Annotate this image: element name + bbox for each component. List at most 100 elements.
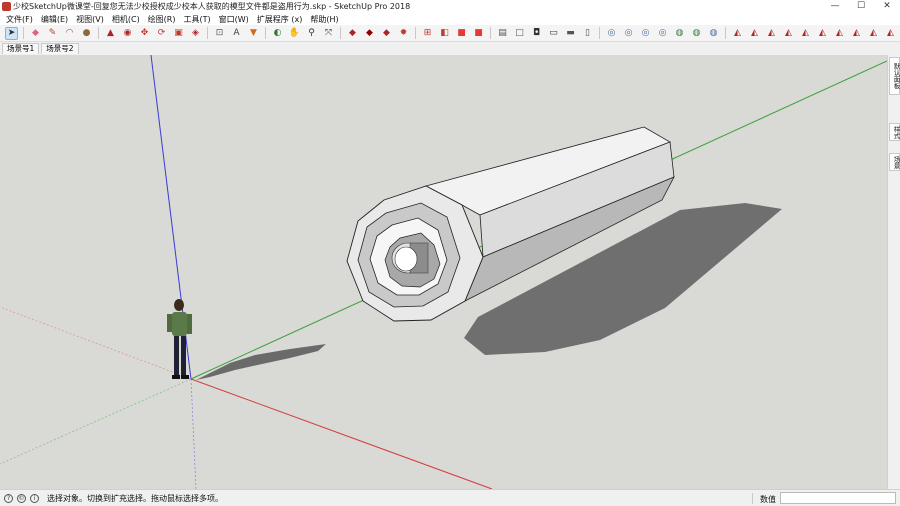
menu-tools[interactable]: 工具(T) xyxy=(180,14,215,25)
scale-button[interactable]: ▣ xyxy=(172,27,185,40)
wireframe-button[interactable]: ◎ xyxy=(639,27,652,40)
green-axis-negative xyxy=(0,378,192,465)
section-plane-icon: ◭ xyxy=(734,27,741,38)
blue-axis-negative xyxy=(190,378,197,489)
sketchup-window: 少校SketchUp微课堂-回复您无法少校授权成少校本人获取的模型文件都是盗用行… xyxy=(0,0,900,506)
tray-tab-styles[interactable]: 样式 xyxy=(889,123,900,141)
back-edges-button[interactable]: ◎ xyxy=(622,27,635,40)
move-button[interactable]: ✥ xyxy=(138,27,151,40)
top-view-button[interactable]: □ xyxy=(513,27,526,40)
push-pull-button[interactable]: ▲ xyxy=(104,27,117,40)
menu-file[interactable]: 文件(F) xyxy=(2,14,37,25)
right-view-icon: ▭ xyxy=(549,27,558,38)
right-tray: 默认面板 样式 场景 xyxy=(887,55,900,489)
menu-window[interactable]: 窗口(W) xyxy=(215,14,253,25)
sandbox-stamp-button[interactable]: ◭ xyxy=(850,27,863,40)
section-fill-button[interactable]: ◭ xyxy=(782,27,795,40)
layout-icon: ■ xyxy=(457,27,466,38)
menu-draw[interactable]: 绘图(R) xyxy=(144,14,180,25)
red-axis-negative xyxy=(0,306,192,380)
menu-camera[interactable]: 相机(C) xyxy=(108,14,144,25)
drawing-viewport[interactable] xyxy=(0,55,887,489)
eraser-button[interactable]: ◆ xyxy=(29,27,42,40)
scale-figure[interactable] xyxy=(167,299,192,379)
orbit-button[interactable]: ◐ xyxy=(271,27,284,40)
sandbox-smoove-icon: ◭ xyxy=(836,27,843,38)
help-icon[interactable]: ? xyxy=(4,493,13,503)
menu-help[interactable]: 帮助(H) xyxy=(306,14,342,25)
back-view-button[interactable]: ▬ xyxy=(564,27,577,40)
left-view-button[interactable]: ▯ xyxy=(581,27,594,40)
arc-icon: ◠ xyxy=(65,27,74,38)
right-view-button[interactable]: ▭ xyxy=(547,27,560,40)
shape-button[interactable]: ● xyxy=(80,27,93,40)
hidden-line-button[interactable]: ◎ xyxy=(656,27,669,40)
instructor-info-icon[interactable]: i xyxy=(30,493,39,503)
sandbox-detail-button[interactable]: ◭ xyxy=(884,27,897,40)
top-view-icon: □ xyxy=(515,27,524,38)
offset-button[interactable]: ◈ xyxy=(189,27,202,40)
iso-view-button[interactable]: ▤ xyxy=(496,27,509,40)
zoom-button[interactable]: ⚲ xyxy=(305,27,318,40)
ruby-button[interactable]: ◆ xyxy=(380,27,393,40)
scene-tab-2[interactable]: 场景号2 xyxy=(41,43,79,54)
monochrome-button[interactable]: ◍ xyxy=(707,27,720,40)
scene-tab-1[interactable]: 场景号1 xyxy=(2,43,40,54)
text-button[interactable]: A xyxy=(230,27,243,40)
maximize-button[interactable]: ☐ xyxy=(848,0,874,13)
window-controls: — ☐ ✕ xyxy=(822,0,900,13)
geolocation-icon[interactable]: © xyxy=(17,493,26,503)
display-section-button[interactable]: ◭ xyxy=(748,27,761,40)
measurements-input[interactable] xyxy=(780,492,896,504)
sandbox-drape-icon: ◭ xyxy=(870,27,877,38)
xray-button[interactable]: ◎ xyxy=(605,27,618,40)
layout-button[interactable]: ■ xyxy=(455,27,468,40)
sandbox-contours-button[interactable]: ◭ xyxy=(799,27,812,40)
sketchup-logo-icon xyxy=(2,2,11,11)
model-canvas[interactable] xyxy=(0,55,887,489)
front-view-button[interactable]: ◘ xyxy=(530,27,543,40)
tray-tab-default[interactable]: 默认面板 xyxy=(889,57,900,95)
title-bar: 少校SketchUp微课堂-回复您无法少校授权成少校本人获取的模型文件都是盗用行… xyxy=(0,0,900,13)
pan-button[interactable]: ✋ xyxy=(288,27,301,40)
toolbar-separator xyxy=(599,27,600,39)
paint-bucket-button[interactable]: ▼ xyxy=(247,27,260,40)
extension-warehouse-button[interactable]: ◆ xyxy=(363,27,376,40)
arc-button[interactable]: ◠ xyxy=(63,27,76,40)
sandbox-drape-button[interactable]: ◭ xyxy=(867,27,880,40)
close-button[interactable]: ✕ xyxy=(874,0,900,13)
section-plane-button[interactable]: ◭ xyxy=(731,27,744,40)
sandbox-scratch-button[interactable]: ◭ xyxy=(816,27,829,40)
sandbox-smoove-button[interactable]: ◭ xyxy=(833,27,846,40)
display-cuts-button[interactable]: ◭ xyxy=(765,27,778,40)
shaded-icon: ◍ xyxy=(675,27,684,38)
follow-me-button[interactable]: ◉ xyxy=(121,27,134,40)
eraser-icon: ◆ xyxy=(32,27,39,38)
style-builder-button[interactable]: ■ xyxy=(472,27,485,40)
offset-icon: ◈ xyxy=(192,27,199,38)
warehouse-button[interactable]: ◆ xyxy=(346,27,359,40)
tape-measure-button[interactable]: ⊡ xyxy=(213,27,226,40)
toolbar-separator xyxy=(265,27,266,39)
sun-button[interactable]: ✹ xyxy=(397,27,410,40)
tray-tab-scenes[interactable]: 场景 xyxy=(889,153,900,171)
minimize-button[interactable]: — xyxy=(822,0,848,13)
red-axis xyxy=(190,378,493,489)
shaded-textures-button[interactable]: ◍ xyxy=(690,27,703,40)
section-fill-icon: ◭ xyxy=(785,27,792,38)
rotate-button[interactable]: ⟳ xyxy=(155,27,168,40)
pencil-button[interactable]: ✎ xyxy=(46,27,59,40)
zoom-extents-button[interactable]: ⤧ xyxy=(322,27,335,40)
menu-view[interactable]: 视图(V) xyxy=(72,14,108,25)
styles-button[interactable]: ◧ xyxy=(438,27,451,40)
select-button[interactable]: ➤ xyxy=(5,26,18,40)
components-button[interactable]: ⊞ xyxy=(421,27,434,40)
components-icon: ⊞ xyxy=(423,27,432,38)
menu-extensions[interactable]: 扩展程序 (x) xyxy=(253,14,307,25)
menu-edit[interactable]: 编辑(E) xyxy=(37,14,72,25)
status-hint: 选择对象。切换到扩充选择。拖动鼠标选择多项。 xyxy=(47,493,223,503)
monochrome-icon: ◍ xyxy=(709,27,718,38)
display-section-icon: ◭ xyxy=(751,27,758,38)
follow-me-icon: ◉ xyxy=(123,27,132,38)
shaded-button[interactable]: ◍ xyxy=(673,27,686,40)
